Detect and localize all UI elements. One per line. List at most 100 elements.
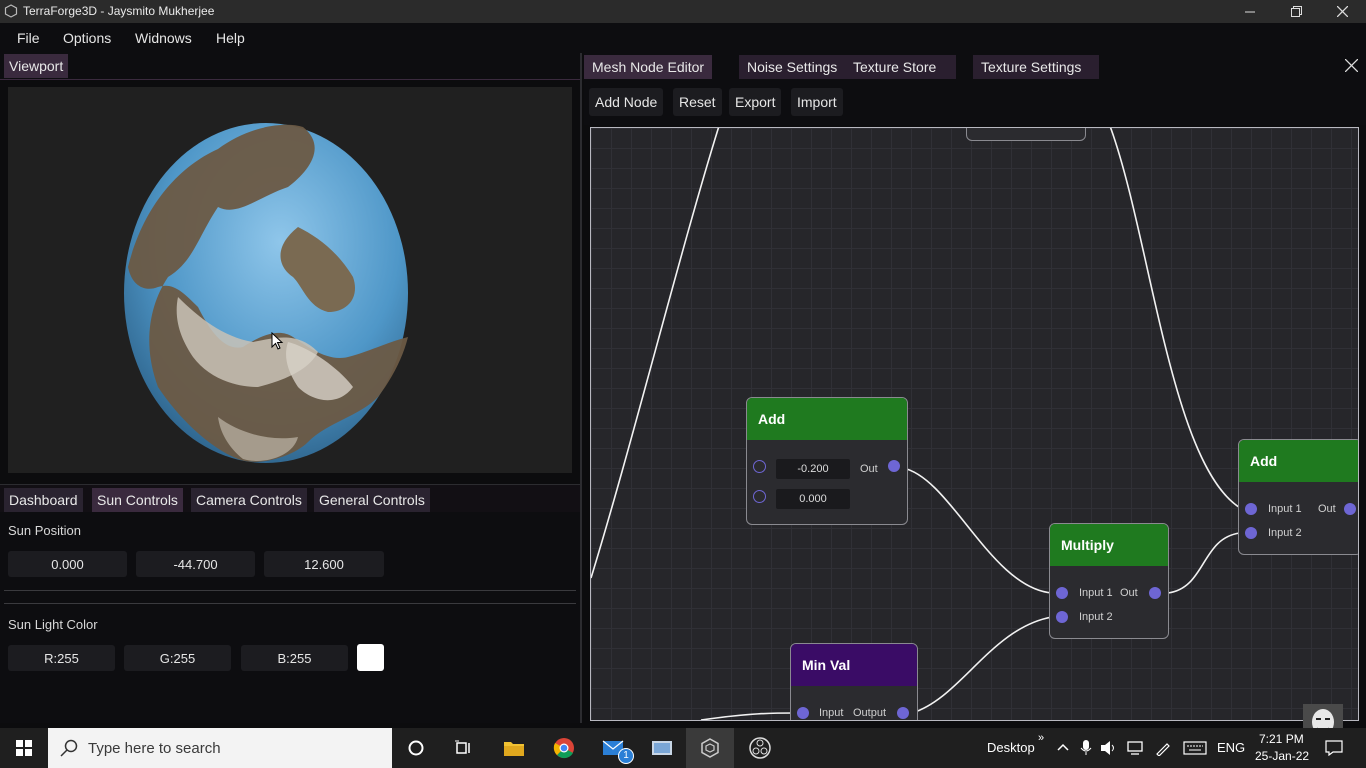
menu-bar: File Options Widnows Help (0, 23, 1366, 53)
input-pin[interactable] (1245, 527, 1257, 539)
start-button[interactable] (0, 728, 48, 768)
input-pin[interactable] (1056, 587, 1068, 599)
output-pin[interactable] (1344, 503, 1356, 515)
tab-viewport[interactable]: Viewport (4, 54, 69, 78)
obs-icon (749, 737, 771, 759)
tab-texture-settings[interactable]: Texture Settings (973, 55, 1100, 79)
input-pin[interactable] (753, 460, 766, 473)
sun-color-r-field[interactable]: R:255 (8, 645, 115, 671)
task-view-icon (455, 740, 470, 754)
clock-time[interactable]: 7:21 PM (1259, 732, 1304, 746)
language-indicator[interactable]: ENG (1217, 740, 1245, 755)
multiply-node[interactable]: Multiply Input 1 Out Input 2 (1049, 523, 1169, 639)
chevron-right-icon[interactable]: » (1038, 732, 1044, 744)
separator (4, 590, 576, 591)
terraforge-taskbar-button[interactable] (686, 728, 734, 768)
obs-button[interactable] (736, 728, 784, 768)
network-icon[interactable] (1127, 740, 1145, 756)
output-label: Output (853, 707, 887, 719)
controls-tabbar: Dashboard Sun Controls Camera Controls G… (0, 484, 580, 513)
keyboard-icon[interactable] (1183, 741, 1207, 755)
export-button[interactable]: Export (729, 88, 782, 116)
graph-node-partial[interactable] (966, 128, 1086, 141)
reset-button[interactable]: Reset (673, 88, 722, 116)
value-field[interactable]: -0.200 (776, 459, 850, 479)
input-label: Input 1 (1268, 503, 1302, 515)
sun-color-swatch[interactable] (357, 644, 384, 671)
sun-color-b-field[interactable]: B:255 (241, 645, 348, 671)
paint-button[interactable] (638, 728, 686, 768)
add-node[interactable]: Add Input 1 Out Input 2 (1238, 439, 1358, 555)
min-val-node[interactable]: Min Val Input Output (790, 643, 918, 720)
output-label: Out (1318, 503, 1336, 515)
volume-icon[interactable] (1100, 740, 1118, 756)
sun-position-z-field[interactable]: 12.600 (264, 551, 384, 577)
node-title: Add (747, 398, 907, 440)
paint-icon (652, 741, 672, 755)
output-label: Out (860, 463, 878, 475)
panel-divider[interactable] (580, 53, 582, 723)
minimize-button[interactable] (1227, 0, 1273, 23)
sun-color-g-field[interactable]: G:255 (124, 645, 231, 671)
input-pin[interactable] (1056, 611, 1068, 623)
search-placeholder: Type here to search (88, 740, 221, 757)
viewport-canvas[interactable] (8, 87, 572, 473)
node-title: Multiply (1050, 524, 1168, 566)
chevron-up-icon[interactable] (1057, 742, 1069, 752)
chrome-icon (553, 738, 574, 759)
value-field[interactable]: 0.000 (776, 489, 850, 509)
file-explorer-button[interactable] (490, 728, 538, 768)
add-node-button[interactable]: Add Node (589, 88, 664, 116)
restore-button[interactable] (1273, 0, 1319, 23)
notifications-icon[interactable] (1325, 740, 1343, 756)
output-pin[interactable] (897, 707, 909, 719)
input-pin[interactable] (797, 707, 809, 719)
import-button[interactable]: Import (791, 88, 843, 116)
input-pin[interactable] (1245, 503, 1257, 515)
input-label: Input 2 (1079, 611, 1113, 623)
clock-date[interactable]: 25-Jan-22 (1255, 749, 1309, 763)
separator (4, 603, 576, 604)
menu-file[interactable]: File (17, 30, 40, 46)
menu-help[interactable]: Help (216, 30, 245, 46)
node-links (591, 128, 1243, 720)
sun-position-x-field[interactable]: 0.000 (8, 551, 127, 577)
cortana-icon (408, 740, 424, 756)
taskbar-search-box[interactable]: Type here to search (48, 728, 392, 768)
menu-options[interactable]: Options (63, 30, 111, 46)
tab-sun-controls[interactable]: Sun Controls (92, 488, 183, 512)
sun-light-color-label: Sun Light Color (8, 617, 98, 632)
tab-mesh-node-editor[interactable]: Mesh Node Editor (584, 55, 713, 79)
node-graph-canvas[interactable]: Add -0.200 Out 0.000 Multiply Input 1 Ou… (590, 127, 1359, 721)
sun-position-label: Sun Position (8, 523, 81, 538)
windows-icon (16, 740, 32, 756)
tab-texture-store[interactable]: Texture Store (845, 55, 957, 79)
task-view-button[interactable] (440, 728, 488, 768)
menu-windows[interactable]: Widnows (135, 30, 192, 46)
add-node[interactable]: Add -0.200 Out 0.000 (746, 397, 908, 525)
editor-toolbar: Add Node Reset Export Import (584, 81, 1366, 125)
microphone-icon[interactable] (1080, 740, 1092, 756)
mail-button[interactable]: 1 (590, 728, 638, 768)
desktop-toolbar-label[interactable]: Desktop (987, 740, 1035, 755)
controls-panel: Sun Position 0.000 -44.700 12.600 Sun Li… (0, 512, 580, 723)
output-pin[interactable] (888, 460, 900, 472)
input-pin[interactable] (753, 490, 766, 503)
tab-camera-controls[interactable]: Camera Controls (191, 488, 307, 512)
cortana-button[interactable] (392, 728, 440, 768)
tab-noise-settings[interactable]: Noise Settings (739, 55, 846, 79)
tab-dashboard[interactable]: Dashboard (4, 488, 83, 512)
mail-badge: 1 (618, 748, 634, 764)
search-icon (60, 739, 78, 757)
app-icon (4, 4, 18, 18)
window-title: TerraForge3D - Jaysmito Mukherjee (23, 4, 215, 18)
node-title: Min Val (791, 644, 917, 686)
pen-icon[interactable] (1155, 740, 1173, 756)
sun-position-y-field[interactable]: -44.700 (136, 551, 255, 577)
output-pin[interactable] (1149, 587, 1161, 599)
close-button[interactable] (1319, 0, 1365, 23)
close-icon[interactable] (1345, 59, 1358, 72)
terrain-render (124, 123, 408, 463)
chrome-button[interactable] (540, 728, 588, 768)
tab-general-controls[interactable]: General Controls (314, 488, 430, 512)
